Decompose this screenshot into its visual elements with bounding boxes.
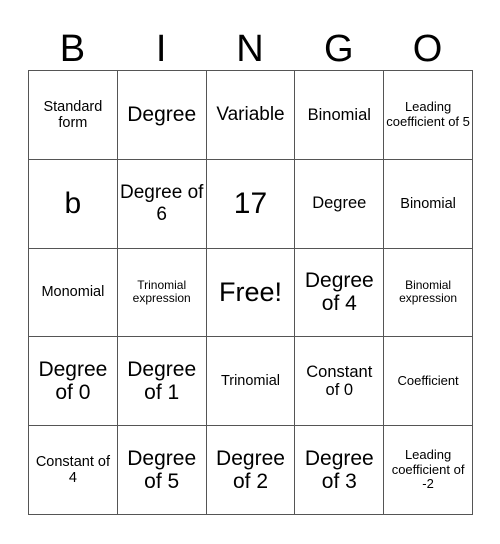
bingo-header-letter-i: I [155,28,167,70]
bingo-row: b Degree of 6 17 Degree Binomial [28,158,473,249]
bingo-cell-o1[interactable]: Leading coefficient of 5 [383,70,473,160]
bingo-cell-o3[interactable]: Binomial expression [383,247,473,338]
bingo-cell-i1[interactable]: Degree [116,70,207,160]
bingo-cell-g2[interactable]: Degree [294,158,385,249]
bingo-cell-i5[interactable]: Degree of 5 [116,425,207,515]
bingo-cell-i2[interactable]: Degree of 6 [116,158,207,249]
bingo-cell-g5[interactable]: Degree of 3 [294,425,385,515]
bingo-cell-b4[interactable]: Degree of 0 [28,336,118,427]
bingo-cell-b1[interactable]: Standard form [28,70,118,160]
bingo-header-letter-n: N [236,28,264,70]
bingo-cell-g3[interactable]: Degree of 4 [294,247,385,338]
bingo-cell-b2[interactable]: b [28,158,118,249]
bingo-header-letter-o: O [412,28,443,70]
bingo-cell-free-space[interactable]: Free! [205,247,296,338]
bingo-cell-n2[interactable]: 17 [205,158,296,249]
bingo-row: Constant of 4 Degree of 5 Degree of 2 De… [28,425,473,515]
bingo-cell-o5[interactable]: Leading coefficient of -2 [383,425,473,515]
bingo-cell-i3[interactable]: Trinomial expression [116,247,207,338]
bingo-cell-i4[interactable]: Degree of 1 [116,336,207,427]
bingo-cell-g4[interactable]: Constant of 0 [294,336,385,427]
bingo-cell-b3[interactable]: Monomial [28,247,118,338]
bingo-row: Standard form Degree Variable Binomial L… [28,70,473,160]
bingo-cell-o4[interactable]: Coefficient [383,336,473,427]
bingo-header-row: B I N G O [28,14,472,70]
bingo-cell-b5[interactable]: Constant of 4 [28,425,118,515]
bingo-header-letter-g: G [324,28,354,70]
bingo-cell-n5[interactable]: Degree of 2 [205,425,296,515]
bingo-header-letter-b: B [59,28,86,70]
bingo-cell-o2[interactable]: Binomial [383,158,473,249]
bingo-cell-n4[interactable]: Trinomial [205,336,296,427]
bingo-card: B I N G O Standard form Degree Variable … [28,14,473,515]
bingo-row: Degree of 0 Degree of 1 Trinomial Consta… [28,336,473,427]
bingo-row: Monomial Trinomial expression Free! Degr… [28,247,473,338]
bingo-grid: Standard form Degree Variable Binomial L… [28,70,473,515]
bingo-cell-g1[interactable]: Binomial [294,70,385,160]
bingo-cell-n1[interactable]: Variable [205,70,296,160]
